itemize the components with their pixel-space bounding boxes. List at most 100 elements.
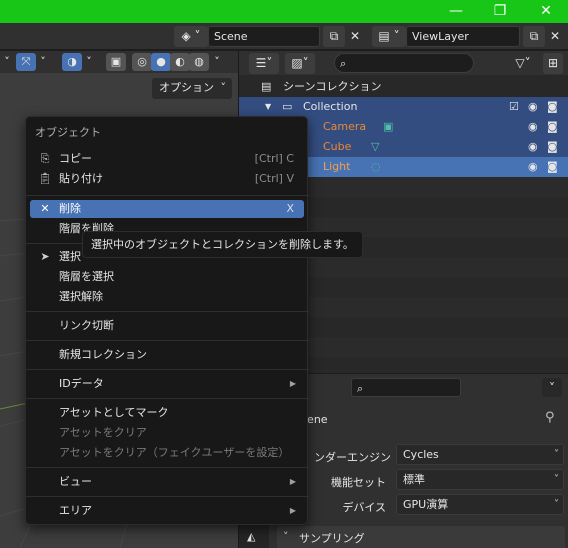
expand-arrow-icon[interactable]: ▼ <box>265 97 271 117</box>
minimize-button[interactable]: — <box>446 2 466 20</box>
properties-search-input[interactable]: ⌕ <box>351 378 461 397</box>
viewlayer-selector-button[interactable]: ▤ ˅ <box>372 26 406 47</box>
render-engine-dropdown[interactable]: Cycles ˅ <box>396 444 564 465</box>
delete-menu-item[interactable]: ✕ 削除 X <box>30 200 304 218</box>
scene-selector-button[interactable]: ◈ ˅ <box>174 26 208 47</box>
wireframe-shading-button[interactable]: ◎ <box>132 53 152 71</box>
scene-collection-icon: ▤ <box>261 80 272 93</box>
eye-icon[interactable]: ◉ <box>528 117 538 137</box>
chevron-down-icon[interactable]: ˅ <box>0 53 14 71</box>
new-collection-label: 新規コレクション <box>59 348 147 361</box>
sampling-section-label: サンプリング <box>299 532 365 545</box>
material-shading-button[interactable]: ◐ <box>170 53 190 71</box>
select-hierarchy-menu-item[interactable]: 階層を選択 <box>30 268 304 286</box>
device-label: デバイス <box>342 501 386 514</box>
outliner-header: ☰˅ ▨˅ ⌕ ▽˅ ⊞ <box>239 51 568 75</box>
camera-render-icon[interactable]: ◙ <box>547 97 558 117</box>
menu-separator <box>26 311 309 312</box>
new-collection-menu-item[interactable]: 新規コレクション <box>30 346 304 364</box>
delete-label: 削除 <box>59 202 81 215</box>
device-value: GPU演算 <box>403 498 449 511</box>
top-header: ◈ ˅ Scene ⧉ ✕ ▤ ˅ ViewLayer ⧉ ✕ <box>0 23 568 50</box>
copy-menu-item[interactable]: ⎘ コピー [Ctrl] C <box>30 150 304 168</box>
view-menu-item[interactable]: ビュー ▶ <box>30 473 304 491</box>
chevron-down-icon[interactable]: ˅ <box>82 53 96 71</box>
menu-separator <box>26 195 309 196</box>
chevron-down-icon[interactable]: ˅ <box>36 53 50 71</box>
display-mode-button[interactable]: ☰˅ <box>249 53 279 74</box>
gizmo-toggle-button[interactable]: ⤧ <box>16 53 36 71</box>
outliner-item-label: Camera <box>323 120 367 133</box>
deselect-menu-item[interactable]: 選択解除 <box>30 288 304 306</box>
chevron-down-icon: ˅ <box>554 449 559 460</box>
feature-set-value: 標準 <box>403 473 425 486</box>
collection-icon: ▭ <box>282 100 293 113</box>
options-dropdown[interactable]: オプション ˅ <box>152 78 232 99</box>
filter-button[interactable]: ▽˅ <box>507 53 539 74</box>
menu-title: オブジェクト <box>35 126 101 139</box>
render-engine-label: ンダーエンジン <box>314 451 391 464</box>
viewlayer-field[interactable]: ViewLayer <box>406 26 520 47</box>
id-data-label: IDデータ <box>59 377 104 390</box>
eye-icon[interactable]: ◉ <box>528 157 538 177</box>
id-data-menu-item[interactable]: IDデータ ▶ <box>30 375 304 393</box>
paste-label: 貼り付け <box>59 172 103 185</box>
rendered-shading-button[interactable]: ◍ <box>189 53 209 71</box>
solid-shading-button[interactable]: ● <box>151 53 171 71</box>
select-label: 選択 <box>59 250 81 263</box>
restore-button[interactable]: ❐ <box>490 2 510 20</box>
outliner-row-scene-collection[interactable]: ▤ シーンコレクション <box>239 77 568 97</box>
outliner-row-collection[interactable]: ▼ ▭ Collection ☑ ◉ ◙ <box>239 97 568 117</box>
camera-render-icon[interactable]: ◙ <box>547 157 558 177</box>
overlay-icon: ◑ <box>67 55 77 68</box>
menu-separator <box>26 369 309 370</box>
unlink-menu-item[interactable]: リンク切断 <box>30 317 304 335</box>
clear-asset-label: アセットをクリア <box>59 426 147 439</box>
outliner-search-input[interactable]: ⌕ <box>334 53 474 73</box>
checkbox-icon[interactable]: ☑ <box>509 97 519 117</box>
chevron-down-icon: ˅ <box>220 81 227 94</box>
area-label: エリア <box>59 504 92 517</box>
area-menu-item[interactable]: エリア ▶ <box>30 502 304 520</box>
camera-render-icon[interactable]: ◙ <box>547 117 558 137</box>
eye-icon[interactable]: ◉ <box>528 97 538 117</box>
feature-set-label: 機能セット <box>331 476 386 489</box>
material-sphere-icon: ◐ <box>175 55 185 68</box>
pin-icon[interactable]: ⚲ <box>545 410 555 425</box>
sampling-section-header[interactable]: ˅ サンプリング <box>277 526 565 548</box>
overlay-toggle-button[interactable]: ◑ <box>62 53 82 71</box>
filter-type-button[interactable]: ▨˅ <box>285 53 315 74</box>
duplicate-icon: ⧉ <box>329 29 339 43</box>
delete-viewlayer-button[interactable]: ✕ <box>545 26 565 47</box>
scene-field[interactable]: Scene <box>208 26 320 47</box>
clear-asset-fake-user-menu-item: アセットをクリア（フェイクユーザーを設定） <box>30 444 304 462</box>
scene-icon: ◈ ˅ <box>181 29 201 43</box>
feature-set-dropdown[interactable]: 標準 ˅ <box>396 469 564 490</box>
light-data-icon: ◌ <box>371 160 381 173</box>
device-dropdown[interactable]: GPU演算 ˅ <box>396 494 564 515</box>
new-collection-button[interactable]: ⊞ <box>543 53 563 74</box>
new-viewlayer-button[interactable]: ⧉ <box>523 26 545 47</box>
camera-render-icon[interactable]: ◙ <box>547 137 558 157</box>
copy-icon: ⎘ <box>40 152 50 165</box>
outliner-item-label: Cube <box>323 140 352 153</box>
xray-toggle-button[interactable]: ▣ <box>106 53 126 71</box>
properties-options-button[interactable]: ˅ <box>542 378 562 397</box>
close-window-button[interactable]: ✕ <box>536 2 556 20</box>
select-hierarchy-label: 階層を選択 <box>59 270 114 283</box>
options-label: オプション <box>159 81 214 94</box>
camera-data-icon: ▣ <box>383 120 394 133</box>
filter-icon: ▽˅ <box>515 56 531 70</box>
menu-separator <box>26 340 309 341</box>
object-context-menu: オブジェクト ⎘ コピー [Ctrl] C 📋︎ 貼り付け [Ctrl] V ✕… <box>25 116 309 525</box>
x-icon: ✕ <box>40 202 50 215</box>
delete-scene-button[interactable]: ✕ <box>345 26 365 47</box>
mark-as-asset-menu-item[interactable]: アセットとしてマーク <box>30 404 304 422</box>
duplicate-icon: ⧉ <box>529 29 539 43</box>
new-scene-button[interactable]: ⧉ <box>323 26 345 47</box>
render-tab-icon[interactable]: ◭ <box>247 530 255 543</box>
eye-icon[interactable]: ◉ <box>528 137 538 157</box>
search-icon: ⌕ <box>357 382 364 395</box>
chevron-down-icon[interactable]: ˅ <box>210 53 224 71</box>
paste-menu-item[interactable]: 📋︎ 貼り付け [Ctrl] V <box>30 170 304 188</box>
